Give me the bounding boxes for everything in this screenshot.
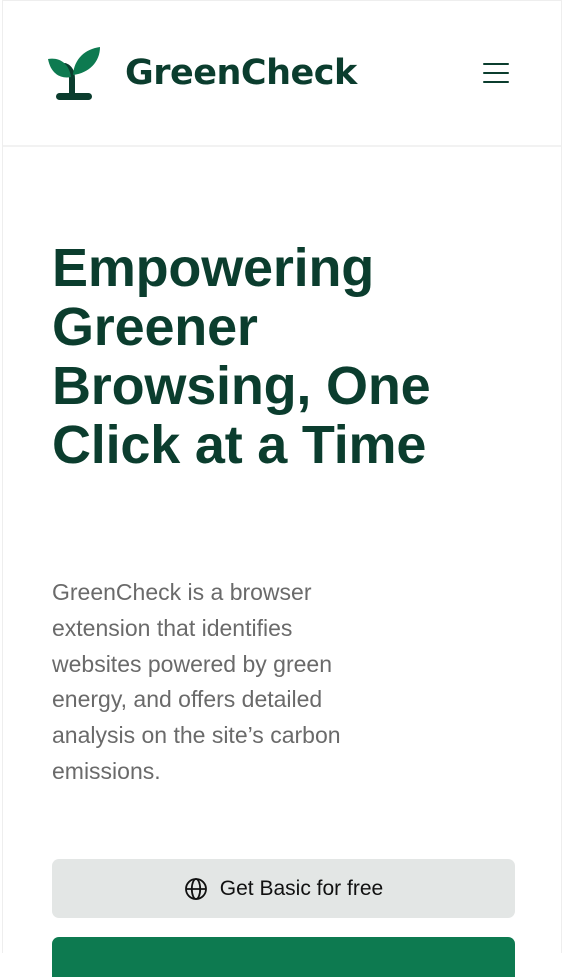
hero-description: GreenCheck is a browser extension that i… <box>52 579 341 784</box>
brand-name: GreenCheck <box>125 53 357 93</box>
get-basic-label: Get Basic for free <box>219 876 384 900</box>
page: GreenCheck Empowering Greener Browsing, … <box>2 0 562 977</box>
hero-title: Empowering Greener Browsing, One Click a… <box>52 238 431 475</box>
site-header: GreenCheck <box>3 1 561 147</box>
globe-icon <box>184 877 207 900</box>
brand-logo[interactable]: GreenCheck <box>47 45 357 101</box>
primary-action-button[interactable] <box>52 937 515 977</box>
sprout-icon <box>48 47 100 100</box>
get-basic-button[interactable]: Get Basic for free <box>52 859 515 918</box>
hamburger-menu-icon[interactable] <box>481 59 511 87</box>
